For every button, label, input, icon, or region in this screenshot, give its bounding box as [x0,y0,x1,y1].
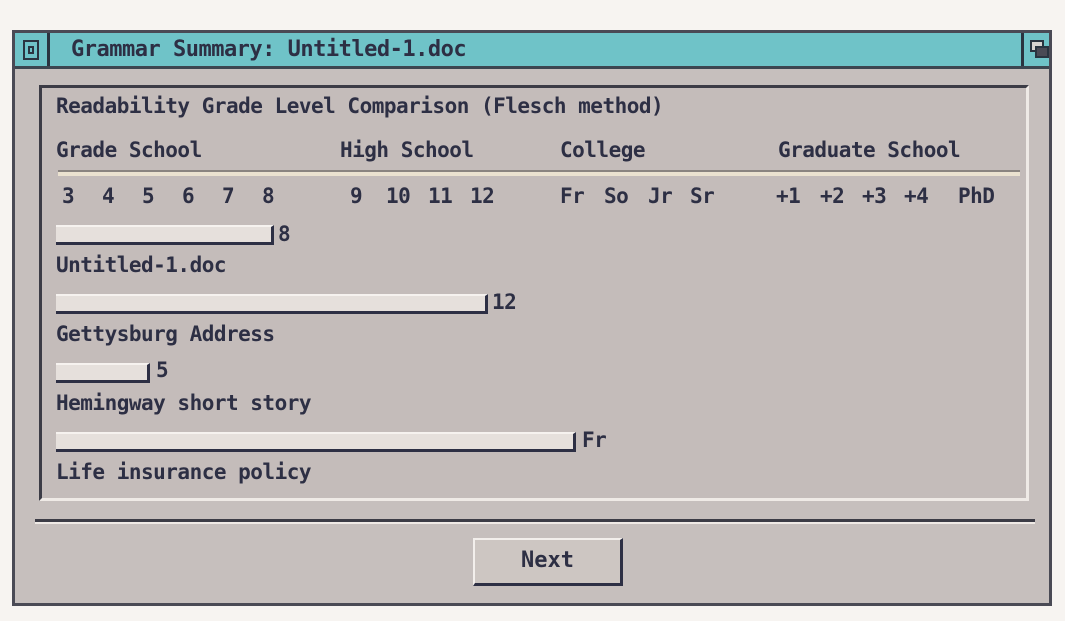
title-separator [47,33,50,66]
panel-heading: Readability Grade Level Comparison (Fles… [56,94,664,118]
level-label: +2 [820,184,845,208]
level-label: Fr [560,184,585,208]
level-label: Sr [690,184,715,208]
level-label: 10 [386,184,411,208]
document-name: Gettysburg Address [56,322,275,346]
level-label: 3 [62,184,75,208]
category-divider [58,170,1020,176]
readability-bar-untitled [56,225,274,245]
category-grade-school: Grade School [56,138,202,162]
readability-value: 12 [492,290,517,314]
level-label: 6 [182,184,195,208]
close-icon[interactable] [23,40,39,60]
readability-bar-gettysburg [56,294,488,314]
level-label: 7 [222,184,235,208]
readability-bar-life-insurance [56,432,576,452]
level-label: 8 [262,184,275,208]
level-label: +4 [904,184,929,208]
level-label: 11 [428,184,453,208]
readability-panel: Readability Grade Level Comparison (Fles… [39,85,1029,501]
level-label: 9 [350,184,363,208]
readability-value: 8 [278,222,291,246]
level-label: +3 [862,184,887,208]
level-label: 12 [470,184,495,208]
document-name: Hemingway short story [56,391,312,415]
button-row-divider [35,519,1035,524]
document-name: Untitled-1.doc [56,253,227,277]
category-graduate-school: Graduate School [778,138,961,162]
grammar-summary-window: Grammar Summary: Untitled-1.doc Readabil… [12,30,1052,606]
category-high-school: High School [340,138,474,162]
title-bar[interactable]: Grammar Summary: Untitled-1.doc [15,33,1049,69]
document-name: Life insurance policy [56,460,312,484]
depth-arrange-icon[interactable] [1021,33,1049,66]
level-label: 5 [142,184,155,208]
level-label: 4 [102,184,115,208]
level-label: Jr [648,184,673,208]
readability-bar-hemingway [56,363,150,383]
category-college: College [560,138,646,162]
readability-value: 5 [156,358,169,382]
next-button[interactable]: Next [473,538,623,586]
level-label: +1 [776,184,801,208]
readability-value: Fr [582,428,607,452]
window-title: Grammar Summary: Untitled-1.doc [71,37,467,62]
level-label: So [604,184,629,208]
level-label: PhD [958,184,995,208]
